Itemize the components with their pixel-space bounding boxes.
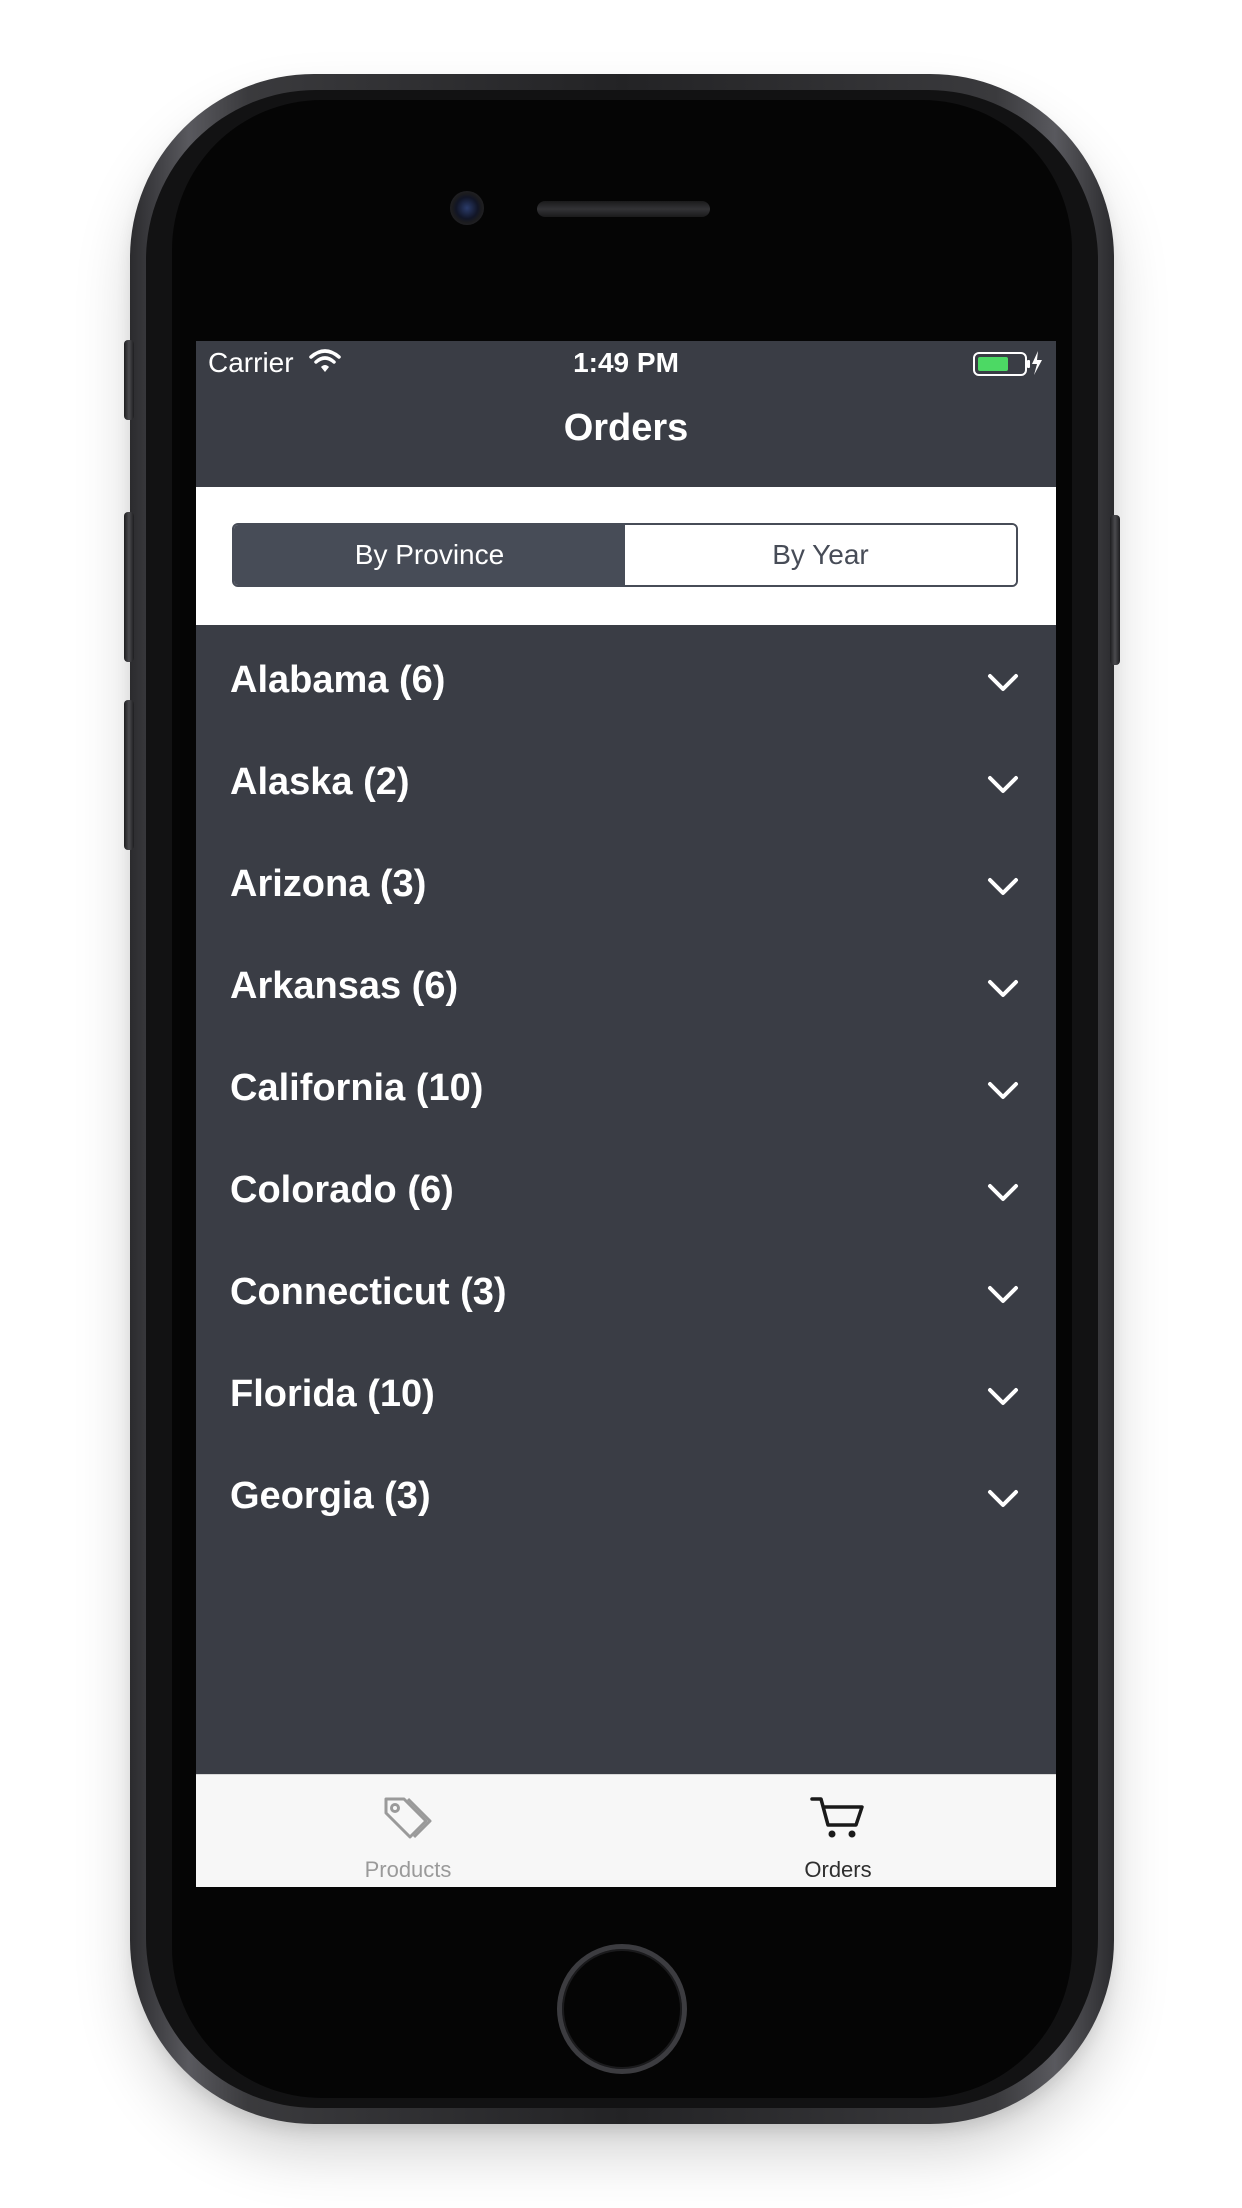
tab-orders-label: Orders (804, 1857, 872, 1882)
province-label: Georgia (3) (230, 1475, 431, 1517)
province-label: Alaska (2) (230, 761, 410, 803)
app-screen: Carrier 1:49 PM Orders By Province By Ye… (196, 341, 1056, 1887)
chevron-down-icon[interactable] (986, 1079, 1020, 1103)
province-label: Colorado (6) (230, 1169, 454, 1211)
province-label: Alabama (6) (230, 659, 446, 701)
home-button[interactable] (557, 1944, 687, 2074)
list-item[interactable]: Colorado (6) (196, 1147, 1056, 1249)
chevron-down-icon[interactable] (986, 671, 1020, 695)
province-list: Alabama (6) Alaska (2) Arizona (3) Arkansas… (196, 625, 1056, 1555)
chevron-down-icon[interactable] (986, 1487, 1020, 1511)
volume-up-button (124, 512, 134, 662)
front-camera (450, 191, 484, 225)
chevron-down-icon[interactable] (986, 1385, 1020, 1409)
list-item[interactable]: Georgia (3) (196, 1453, 1056, 1555)
list-item[interactable]: Florida (10) (196, 1351, 1056, 1453)
page-title: Orders (563, 407, 689, 449)
price-tags-icon (384, 1797, 432, 1839)
list-item[interactable]: California (10) (196, 1045, 1056, 1147)
list-item[interactable]: Alaska (2) (196, 739, 1056, 841)
segment-by-province[interactable]: By Province (234, 525, 625, 585)
earpiece-speaker (537, 201, 710, 217)
status-bar: Carrier 1:49 PM (196, 341, 1056, 385)
segment-by-year[interactable]: By Year (625, 525, 1016, 585)
volume-down-button (124, 700, 134, 850)
list-item[interactable]: Alabama (6) (196, 637, 1056, 739)
status-time: 1:49 PM (573, 347, 679, 378)
tab-products-label: Products (364, 1857, 452, 1882)
power-button (1110, 515, 1120, 665)
list-item[interactable]: Arkansas (6) (196, 943, 1056, 1045)
province-label: California (10) (230, 1067, 484, 1109)
list-item[interactable]: Arizona (3) (196, 841, 1056, 943)
tab-bar: Products Orders (196, 1774, 1056, 1887)
tab-products[interactable]: Products (196, 1775, 626, 1887)
tab-orders[interactable]: Orders (626, 1775, 1056, 1887)
chevron-down-icon[interactable] (986, 773, 1020, 797)
chevron-down-icon[interactable] (986, 977, 1020, 1001)
list-item[interactable]: Connecticut (3) (196, 1249, 1056, 1351)
province-label: Arkansas (6) (230, 965, 459, 1007)
province-label: Florida (10) (230, 1373, 435, 1415)
segmented-control: By Province By Year (232, 523, 1018, 587)
shopping-cart-icon (810, 1797, 864, 1838)
province-label: Connecticut (3) (230, 1271, 507, 1313)
chevron-down-icon[interactable] (986, 1181, 1020, 1205)
province-label: Arizona (3) (230, 863, 427, 905)
chevron-down-icon[interactable] (986, 1283, 1020, 1307)
silent-switch (124, 340, 134, 420)
chevron-down-icon[interactable] (986, 875, 1020, 899)
battery-charging-icon (973, 351, 1042, 376)
segment-container: By Province By Year (196, 487, 1056, 625)
